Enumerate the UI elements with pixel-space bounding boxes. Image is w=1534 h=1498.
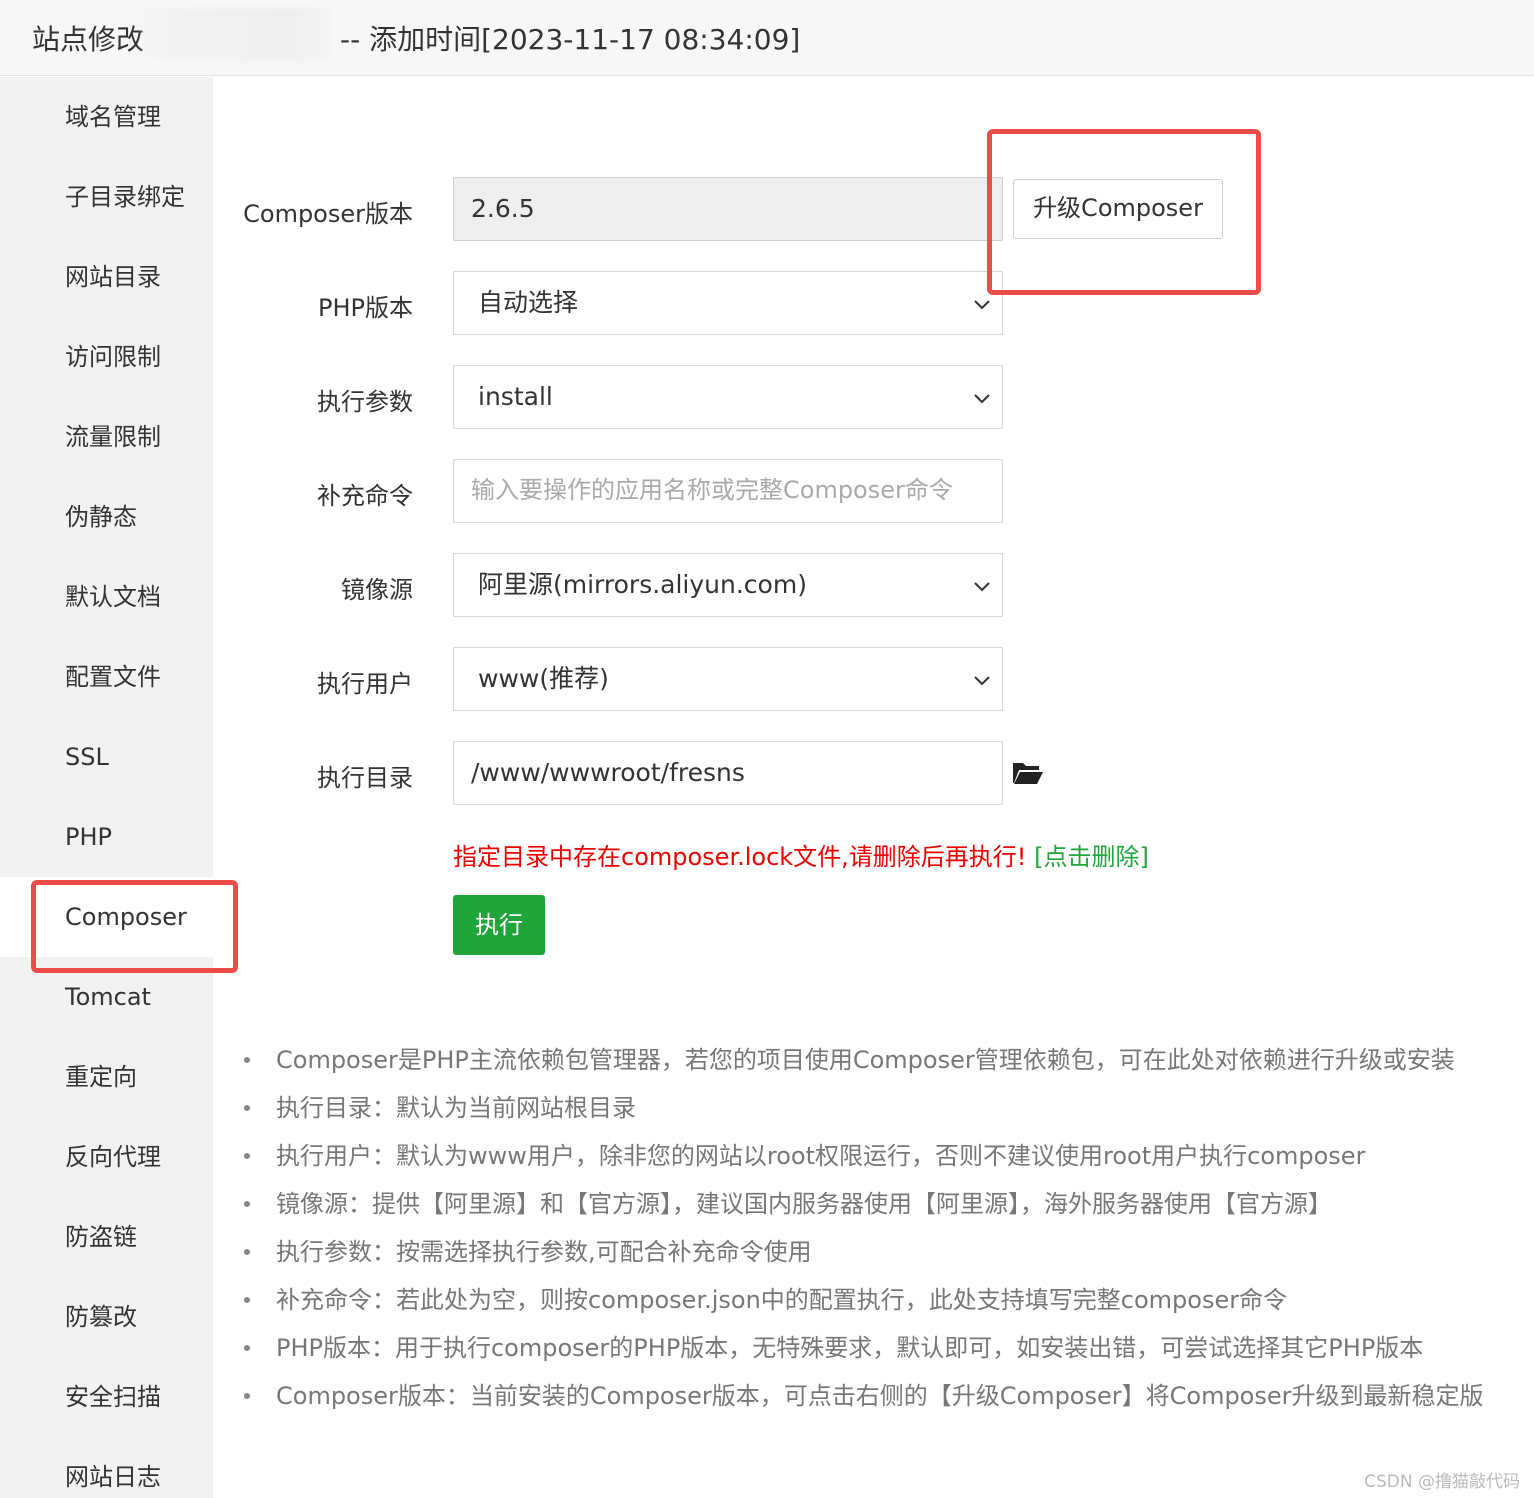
chevron-down-icon xyxy=(974,394,990,404)
composer-version-label: Composer版本 xyxy=(243,200,413,228)
list-item: 镜像源：提供【阿里源】和【官方源】，建议国内服务器使用【阿里源】，海外服务器使用… xyxy=(240,1180,1520,1228)
exec-args-select[interactable]: install xyxy=(453,365,1003,429)
list-item: Composer版本：当前安装的Composer版本，可点击右侧的【升级Comp… xyxy=(240,1372,1520,1420)
list-item: PHP版本：用于执行composer的PHP版本，无特殊要求，默认即可，如安装出… xyxy=(240,1324,1520,1372)
list-item: 补充命令：若此处为空，则按composer.json中的配置执行，此处支持填写完… xyxy=(240,1276,1520,1324)
folder-open-icon[interactable] xyxy=(1012,760,1044,786)
lock-file-warning: 指定目录中存在composer.lock文件,请删除后再执行! [点击删除] xyxy=(453,837,1149,872)
site-edit-dialog: 站点修改 -- 添加时间[2023-11-17 08:34:09] 域名管理 子… xyxy=(0,0,1534,1498)
upgrade-composer-button[interactable]: 升级Composer xyxy=(1013,179,1223,239)
exec-user-select[interactable]: www(推荐) xyxy=(453,647,1003,711)
help-tips-list: Composer是PHP主流依赖包管理器，若您的项目使用Composer管理依赖… xyxy=(240,1036,1520,1420)
sidebar-item-domain[interactable]: 域名管理 xyxy=(0,77,213,157)
redacted-site-name xyxy=(140,8,330,60)
sidebar-item-security-scan[interactable]: 安全扫描 xyxy=(0,1357,213,1437)
dialog-title-suffix: -- 添加时间[2023-11-17 08:34:09] xyxy=(340,23,801,56)
execute-button[interactable]: 执行 xyxy=(453,895,545,955)
delete-lock-link[interactable]: [点击删除] xyxy=(1034,843,1149,871)
extra-cmd-input[interactable]: 输入要操作的应用名称或完整Composer命令 xyxy=(453,459,1003,523)
exec-dir-input[interactable]: /www/wwwroot/fresns xyxy=(453,741,1003,805)
chevron-down-icon xyxy=(974,300,990,310)
warning-text: 指定目录中存在composer.lock文件,请删除后再执行! xyxy=(453,843,1027,871)
list-item: 执行用户：默认为www用户，除非您的网站以root权限运行，否则不建议使用roo… xyxy=(240,1132,1520,1180)
exec-dir-label: 执行目录 xyxy=(317,764,413,792)
mirror-select[interactable]: 阿里源(mirrors.aliyun.com) xyxy=(453,553,1003,617)
sidebar-item-tamper-proof[interactable]: 防篡改 xyxy=(0,1277,213,1357)
sidebar-item-hotlink-protection[interactable]: 防盗链 xyxy=(0,1197,213,1277)
sidebar-item-redirect[interactable]: 重定向 xyxy=(0,1037,213,1117)
composer-version-field: 2.6.5 xyxy=(453,177,1003,241)
exec-args-value: install xyxy=(478,382,553,411)
exec-user-value: www(推荐) xyxy=(478,664,609,693)
list-item: Composer是PHP主流依赖包管理器，若您的项目使用Composer管理依赖… xyxy=(240,1036,1520,1084)
php-version-value: 自动选择 xyxy=(478,288,579,317)
php-version-label: PHP版本 xyxy=(318,294,413,322)
extra-cmd-label: 补充命令 xyxy=(317,482,413,510)
list-item: 执行参数：按需选择执行参数,可配合补充命令使用 xyxy=(240,1228,1520,1276)
exec-args-label: 执行参数 xyxy=(317,388,413,416)
sidebar-item-composer[interactable]: Composer xyxy=(0,877,240,957)
exec-user-label: 执行用户 xyxy=(317,670,413,698)
sidebar-item-tomcat[interactable]: Tomcat xyxy=(0,957,213,1037)
mirror-label: 镜像源 xyxy=(341,576,413,604)
chevron-down-icon xyxy=(974,676,990,686)
sidebar-item-reverse-proxy[interactable]: 反向代理 xyxy=(0,1117,213,1197)
dialog-titlebar: 站点修改 -- 添加时间[2023-11-17 08:34:09] xyxy=(0,0,1534,76)
list-item: 执行目录：默认为当前网站根目录 xyxy=(240,1084,1520,1132)
watermark: CSDN @撸猫敲代码 xyxy=(1364,1472,1520,1492)
chevron-down-icon xyxy=(974,582,990,592)
dialog-title-prefix: 站点修改 xyxy=(32,23,145,56)
sidebar-item-php[interactable]: PHP xyxy=(0,797,213,877)
php-version-select[interactable]: 自动选择 xyxy=(453,271,1003,335)
mirror-value: 阿里源(mirrors.aliyun.com) xyxy=(478,570,807,599)
sidebar-item-site-log[interactable]: 网站日志 xyxy=(0,1437,213,1498)
